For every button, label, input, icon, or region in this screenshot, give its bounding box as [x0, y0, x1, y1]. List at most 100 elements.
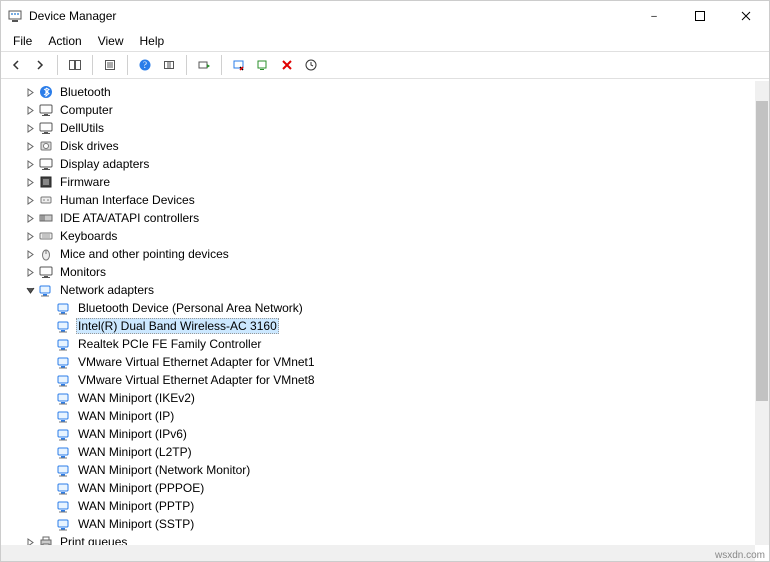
network-adapter-item-icon	[56, 336, 72, 352]
action-button[interactable]	[158, 54, 180, 76]
network-adapter-item-icon	[56, 408, 72, 424]
maximize-button[interactable]	[677, 1, 723, 31]
horizontal-scrollbar[interactable]	[1, 545, 755, 561]
back-button[interactable]	[5, 54, 27, 76]
network-adapter-item-icon	[56, 318, 72, 334]
category-printqueues[interactable]: Print queues	[1, 533, 755, 545]
category-monitors[interactable]: Monitors	[1, 263, 755, 281]
network-adapter-item-label: Bluetooth Device (Personal Area Network)	[76, 301, 305, 315]
forward-button[interactable]	[29, 54, 51, 76]
category-dellutils-icon	[38, 120, 54, 136]
expand-icon[interactable]	[23, 175, 37, 189]
network-adapter-item-label: WAN Miniport (SSTP)	[76, 517, 196, 531]
expand-icon[interactable]	[23, 85, 37, 99]
expand-icon[interactable]	[23, 211, 37, 225]
network-adapter-item[interactable]: Intel(R) Dual Band Wireless-AC 3160	[1, 317, 755, 335]
network-adapter-item[interactable]: WAN Miniport (IP)	[1, 407, 755, 425]
menu-view[interactable]: View	[90, 32, 132, 50]
category-hid-icon	[38, 192, 54, 208]
menu-help[interactable]: Help	[132, 32, 173, 50]
scan-hardware-button[interactable]	[300, 54, 322, 76]
expand-icon[interactable]	[23, 247, 37, 261]
category-diskdrives-label: Disk drives	[58, 139, 121, 153]
expand-icon[interactable]	[23, 535, 37, 545]
category-firmware[interactable]: Firmware	[1, 173, 755, 191]
network-adapter-item-icon	[56, 462, 72, 478]
network-adapter-item-label: WAN Miniport (PPTP)	[76, 499, 196, 513]
network-adapter-item[interactable]: WAN Miniport (Network Monitor)	[1, 461, 755, 479]
category-display-label: Display adapters	[58, 157, 151, 171]
collapse-icon[interactable]	[23, 283, 37, 297]
expand-icon[interactable]	[23, 139, 37, 153]
network-adapter-item-icon	[56, 426, 72, 442]
category-ide-label: IDE ATA/ATAPI controllers	[58, 211, 201, 225]
watermark: wsxdn.com	[715, 550, 765, 561]
category-firmware-label: Firmware	[58, 175, 112, 189]
network-adapter-item[interactable]: Bluetooth Device (Personal Area Network)	[1, 299, 755, 317]
network-adapter-item-icon	[56, 372, 72, 388]
category-diskdrives-icon	[38, 138, 54, 154]
category-monitors-label: Monitors	[58, 265, 108, 279]
expander-spacer	[41, 391, 55, 405]
expander-spacer	[41, 337, 55, 351]
category-bluetooth-icon	[38, 84, 54, 100]
expand-icon[interactable]	[23, 229, 37, 243]
network-adapter-item[interactable]: WAN Miniport (IPv6)	[1, 425, 755, 443]
expand-icon[interactable]	[23, 103, 37, 117]
expand-icon[interactable]	[23, 157, 37, 171]
network-adapter-item[interactable]: WAN Miniport (SSTP)	[1, 515, 755, 533]
category-display[interactable]: Display adapters	[1, 155, 755, 173]
network-adapter-item-label: VMware Virtual Ethernet Adapter for VMne…	[76, 373, 317, 387]
network-adapter-item[interactable]: WAN Miniport (IKEv2)	[1, 389, 755, 407]
menu-file[interactable]: File	[5, 32, 40, 50]
close-button[interactable]	[723, 1, 769, 31]
delete-button[interactable]	[276, 54, 298, 76]
network-adapter-item[interactable]: Realtek PCIe FE Family Controller	[1, 335, 755, 353]
minimize-button[interactable]: –	[631, 1, 677, 31]
help-button[interactable]: ?	[134, 54, 156, 76]
expand-icon[interactable]	[23, 193, 37, 207]
category-mice[interactable]: Mice and other pointing devices	[1, 245, 755, 263]
network-adapter-item-icon	[56, 498, 72, 514]
expand-icon[interactable]	[23, 121, 37, 135]
update-driver-button[interactable]	[193, 54, 215, 76]
category-network[interactable]: Network adapters	[1, 281, 755, 299]
category-network-label: Network adapters	[58, 283, 156, 297]
expander-spacer	[41, 517, 55, 531]
category-dellutils[interactable]: DellUtils	[1, 119, 755, 137]
category-ide[interactable]: IDE ATA/ATAPI controllers	[1, 209, 755, 227]
category-hid[interactable]: Human Interface Devices	[1, 191, 755, 209]
menu-action[interactable]: Action	[40, 32, 89, 50]
show-hide-console-button[interactable]	[64, 54, 86, 76]
expand-icon[interactable]	[23, 265, 37, 279]
network-adapter-item[interactable]: VMware Virtual Ethernet Adapter for VMne…	[1, 353, 755, 371]
expander-spacer	[41, 355, 55, 369]
category-bluetooth[interactable]: Bluetooth	[1, 83, 755, 101]
category-dellutils-label: DellUtils	[58, 121, 106, 135]
network-adapter-item-label: WAN Miniport (PPPOE)	[76, 481, 206, 495]
disable-device-button[interactable]	[228, 54, 250, 76]
category-diskdrives[interactable]: Disk drives	[1, 137, 755, 155]
properties-button[interactable]	[99, 54, 121, 76]
category-hid-label: Human Interface Devices	[58, 193, 197, 207]
network-adapter-item[interactable]: WAN Miniport (L2TP)	[1, 443, 755, 461]
network-adapter-item-icon	[56, 390, 72, 406]
network-adapter-item-icon	[56, 300, 72, 316]
network-adapter-item[interactable]: VMware Virtual Ethernet Adapter for VMne…	[1, 371, 755, 389]
category-computer[interactable]: Computer	[1, 101, 755, 119]
vertical-scrollbar[interactable]	[755, 81, 769, 545]
network-adapter-item-icon	[56, 516, 72, 532]
network-adapter-item-label: WAN Miniport (IP)	[76, 409, 176, 423]
category-printqueues-icon	[38, 534, 54, 545]
category-printqueues-label: Print queues	[58, 535, 129, 545]
network-adapter-item-label: WAN Miniport (IPv6)	[76, 427, 189, 441]
category-keyboards[interactable]: Keyboards	[1, 227, 755, 245]
network-adapter-item[interactable]: WAN Miniport (PPTP)	[1, 497, 755, 515]
device-tree[interactable]: BluetoothComputer DellUtils Disk drives Dis…	[1, 81, 755, 545]
network-adapter-item[interactable]: WAN Miniport (PPPOE)	[1, 479, 755, 497]
svg-text:?: ?	[143, 60, 147, 70]
uninstall-device-button[interactable]	[252, 54, 274, 76]
network-adapter-item-icon	[56, 354, 72, 370]
expander-spacer	[41, 427, 55, 441]
expander-spacer	[41, 481, 55, 495]
